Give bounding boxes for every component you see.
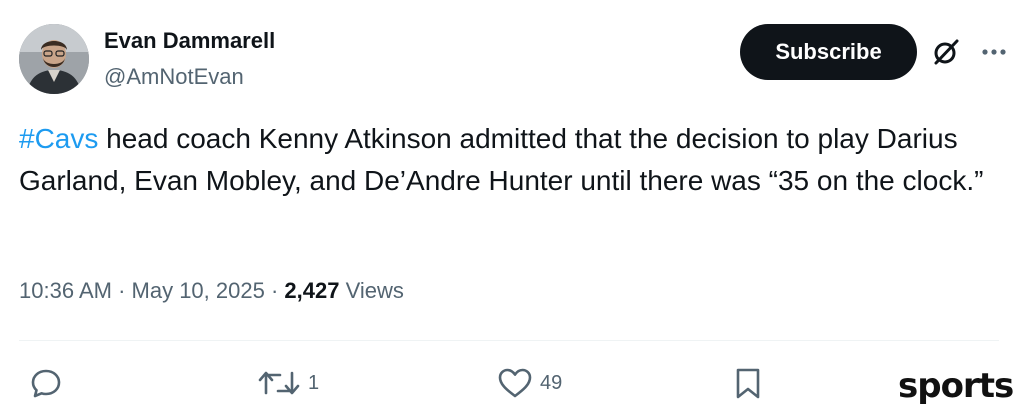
bookmark-button[interactable] <box>730 365 766 401</box>
tweet-meta: 10:36 AM · May 10, 2025 · 2,427 Views <box>19 278 404 304</box>
watermark-text: sports <box>898 366 1014 406</box>
meta-separator: · <box>264 278 285 303</box>
tweet-date[interactable]: May 10, 2025 <box>132 278 265 303</box>
tweet-body: head coach Kenny Atkinson admitted that … <box>19 123 984 196</box>
like-button[interactable]: 49 <box>496 365 562 401</box>
divider <box>19 340 999 341</box>
avatar-image <box>19 24 89 94</box>
watermark-logo: sports <box>898 364 1014 412</box>
heart-icon <box>498 368 532 398</box>
repost-icon <box>258 371 300 395</box>
repost-button[interactable]: 1 <box>256 365 319 401</box>
author-handle[interactable]: @AmNotEvan <box>104 64 244 90</box>
more-dots-icon[interactable] <box>980 40 1008 64</box>
avatar[interactable] <box>19 24 89 94</box>
grok-icon[interactable] <box>930 36 962 68</box>
repost-count: 1 <box>308 371 320 394</box>
bookmark-icon <box>736 368 760 399</box>
reply-icon <box>31 369 61 398</box>
meta-separator: · <box>111 278 132 303</box>
author-display-name[interactable]: Evan Dammarell <box>104 28 275 54</box>
tweet-text: #Cavs head coach Kenny Atkinson admitted… <box>19 118 999 202</box>
subscribe-button[interactable]: Subscribe <box>740 24 917 80</box>
tweet-time[interactable]: 10:36 AM <box>19 278 112 303</box>
views-count: 2,427 <box>284 278 340 303</box>
like-count: 49 <box>540 371 563 394</box>
views-label: Views <box>339 278 404 303</box>
hashtag-link[interactable]: #Cavs <box>19 123 98 154</box>
reply-button[interactable] <box>28 365 70 401</box>
tweet-card: Evan Dammarell @AmNotEvan Subscribe #Cav… <box>0 0 1018 418</box>
